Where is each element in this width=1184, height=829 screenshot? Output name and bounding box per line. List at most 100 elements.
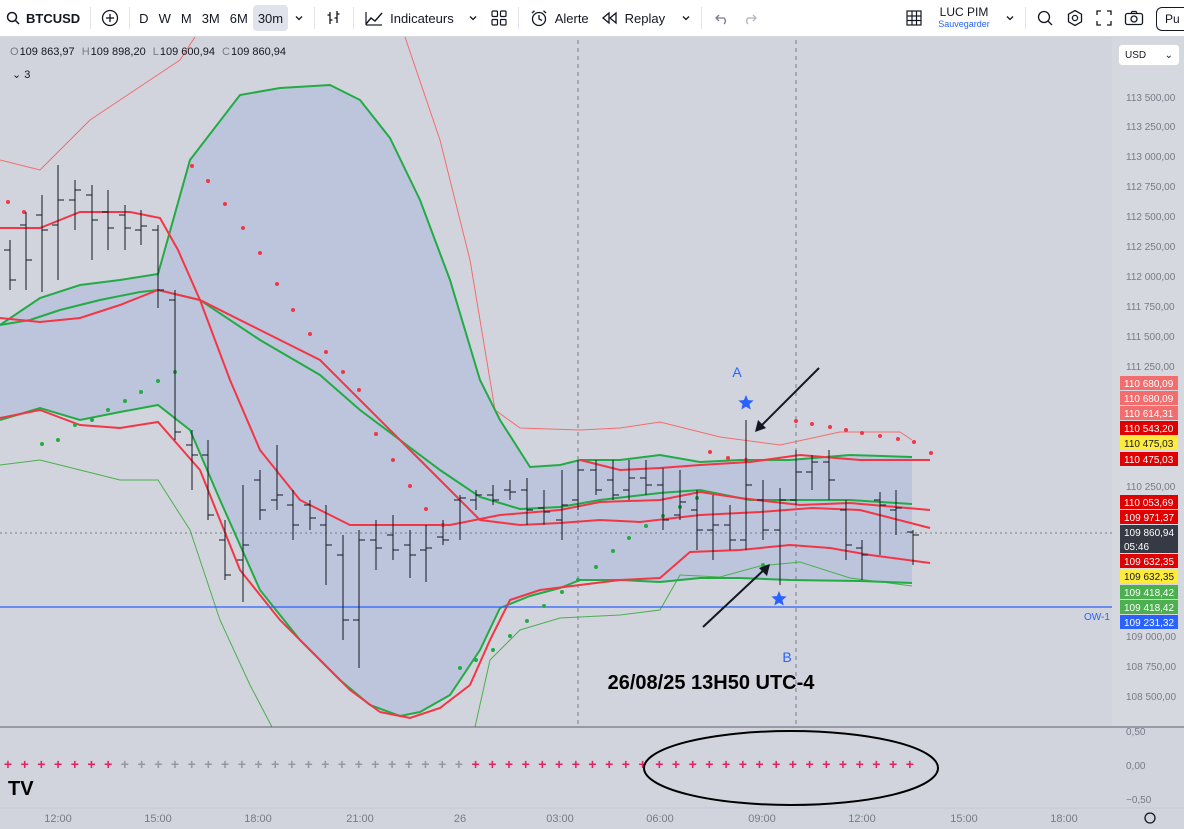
alert-button[interactable]: Alerte — [523, 0, 595, 37]
y-axis-tick: 108 500,00 — [1126, 692, 1176, 703]
save-label: Sauvegarder — [938, 19, 990, 29]
open-key: O — [10, 46, 19, 58]
layout-button[interactable] — [899, 0, 929, 37]
x-axis-tick: 18:00 — [244, 813, 272, 825]
replay-button[interactable]: Replay — [595, 0, 697, 37]
price-chart[interactable]: OW-1 A B 26/08/25 13H50 UTC-4 113 500,00 113 … — [0, 37, 1184, 829]
interval-m[interactable]: M — [176, 0, 197, 37]
oscillator-plus-marker: + — [338, 756, 346, 772]
price-axis-label: 110 680,09 — [1120, 376, 1178, 390]
indicators-label: Indicateurs — [390, 10, 454, 26]
fullscreen-button[interactable] — [1090, 0, 1118, 37]
indicator-collapse-button[interactable]: ⌄ 3 — [12, 68, 30, 81]
currency-select[interactable]: USD ⌄ — [1118, 44, 1180, 66]
price-axis-label: 109 418,42 — [1120, 585, 1178, 599]
oscillator-plus-marker: + — [321, 756, 329, 772]
oscillator-plus-marker: + — [104, 756, 112, 772]
price-label-text: 05:46 — [1124, 542, 1149, 553]
psar-dot-red-25 — [860, 431, 864, 435]
psar-dot-green-9 — [458, 666, 462, 670]
psar-dot-red-22 — [810, 422, 814, 426]
x-axis-tick: 26 — [454, 813, 466, 825]
oscillator-plus-marker: + — [238, 756, 246, 772]
oscillator-plus-marker: + — [872, 756, 880, 772]
symbol-label: BTCUSD — [26, 10, 81, 26]
oscillator-plus-marker: + — [421, 756, 429, 772]
interval-dropdown[interactable] — [288, 0, 310, 37]
interval-30m[interactable]: 30m — [252, 5, 289, 31]
oscillator-plus-marker: + — [822, 756, 830, 772]
indicator-count: 3 — [24, 69, 31, 81]
price-axis-label: 110 475,03 — [1120, 436, 1178, 450]
divider — [517, 7, 519, 29]
interval-d[interactable]: D — [134, 0, 153, 37]
price-label-text: 110 053,69 — [1124, 498, 1174, 509]
x-axis-tick: 09:00 — [748, 813, 776, 825]
magnifier-icon — [1036, 9, 1054, 27]
high-key: H — [81, 46, 90, 58]
price-label-text: 110 680,09 — [1124, 379, 1174, 390]
interval-w[interactable]: W — [154, 0, 176, 37]
oscillator-plus-marker: + — [37, 756, 45, 772]
oscillator-plus-marker: + — [71, 756, 79, 772]
snapshot-button[interactable] — [1118, 0, 1150, 37]
templates-button[interactable] — [484, 0, 514, 37]
psar-dot-green-3 — [90, 418, 94, 422]
layout-name-button[interactable]: LUC PIM Sauvegarder — [929, 0, 999, 37]
oscillator-plus-marker: + — [455, 756, 463, 772]
y-axis-tick: 108 750,00 — [1126, 662, 1176, 673]
psar-dot-red-8 — [291, 308, 295, 312]
psar-dot-red-14 — [391, 458, 395, 462]
interval-3m[interactable]: 3M — [197, 0, 225, 37]
compare-button[interactable] — [95, 0, 125, 37]
psar-dot-red-4 — [223, 202, 227, 206]
undo-button[interactable] — [706, 0, 736, 37]
chevron-down-icon — [681, 13, 691, 23]
psar-dot-red-23 — [828, 425, 832, 429]
price-axis-label: 110 614,31 — [1120, 406, 1178, 420]
quick-search-button[interactable] — [1030, 0, 1060, 37]
chart-type-button[interactable] — [319, 0, 349, 37]
publish-label: Pu — [1165, 12, 1180, 26]
psar-dot-red-13 — [374, 432, 378, 436]
psar-dot-red-7 — [275, 282, 279, 286]
oscillator-plus-marker: + — [371, 756, 379, 772]
oscillator-plus-marker: + — [21, 756, 29, 772]
price-axis-label: 109 971,37 — [1120, 510, 1178, 524]
y-axis-tick: 112 250,00 — [1126, 242, 1176, 253]
y-axis-tick: 111 750,00 — [1126, 302, 1175, 313]
oscillator-plus-marker: + — [605, 756, 613, 772]
oscillator-plus-marker: + — [705, 756, 713, 772]
oscillator-plus-marker: + — [755, 756, 763, 772]
price-label-text: 109 418,42 — [1124, 588, 1174, 599]
price-axis-label: 05:46 — [1120, 539, 1178, 553]
redo-button[interactable] — [736, 0, 766, 37]
oscillator-plus-marker: + — [254, 756, 262, 772]
y-axis-tick: 111 500,00 — [1126, 332, 1175, 343]
oscillator-plus-marker: + — [405, 756, 413, 772]
divider — [90, 7, 92, 29]
publish-button[interactable]: Pu — [1156, 7, 1184, 31]
price-label-text: 109 860,94 — [1124, 528, 1174, 539]
interval-6m[interactable]: 6M — [225, 0, 253, 37]
layout-grid-icon — [905, 9, 923, 27]
psar-dot-red-27 — [896, 437, 900, 441]
oscillator-plus-marker: + — [87, 756, 95, 772]
indicators-button[interactable]: Indicateurs — [358, 0, 484, 37]
layout-dropdown[interactable] — [999, 0, 1021, 37]
oscillator-plus-marker: + — [138, 756, 146, 772]
y-axis-tick: 113 000,00 — [1126, 152, 1176, 163]
settings-button[interactable] — [1060, 0, 1090, 37]
chevron-down-icon — [1005, 13, 1015, 23]
psar-dot-red-11 — [341, 370, 345, 374]
x-axis-tick: 15:00 — [144, 813, 172, 825]
symbol-search[interactable]: BTCUSD — [0, 0, 86, 37]
oscillator-plus-marker: + — [772, 756, 780, 772]
psar-dot-red-6 — [258, 251, 262, 255]
divider — [701, 7, 703, 29]
price-label-text: 110 475,03 — [1124, 439, 1174, 450]
price-axis-label: 110 475,03 — [1120, 452, 1178, 466]
psar-dot-red-24 — [844, 428, 848, 432]
psar-dot-red-19 — [726, 456, 730, 460]
oscillator-plus-marker: + — [54, 756, 62, 772]
